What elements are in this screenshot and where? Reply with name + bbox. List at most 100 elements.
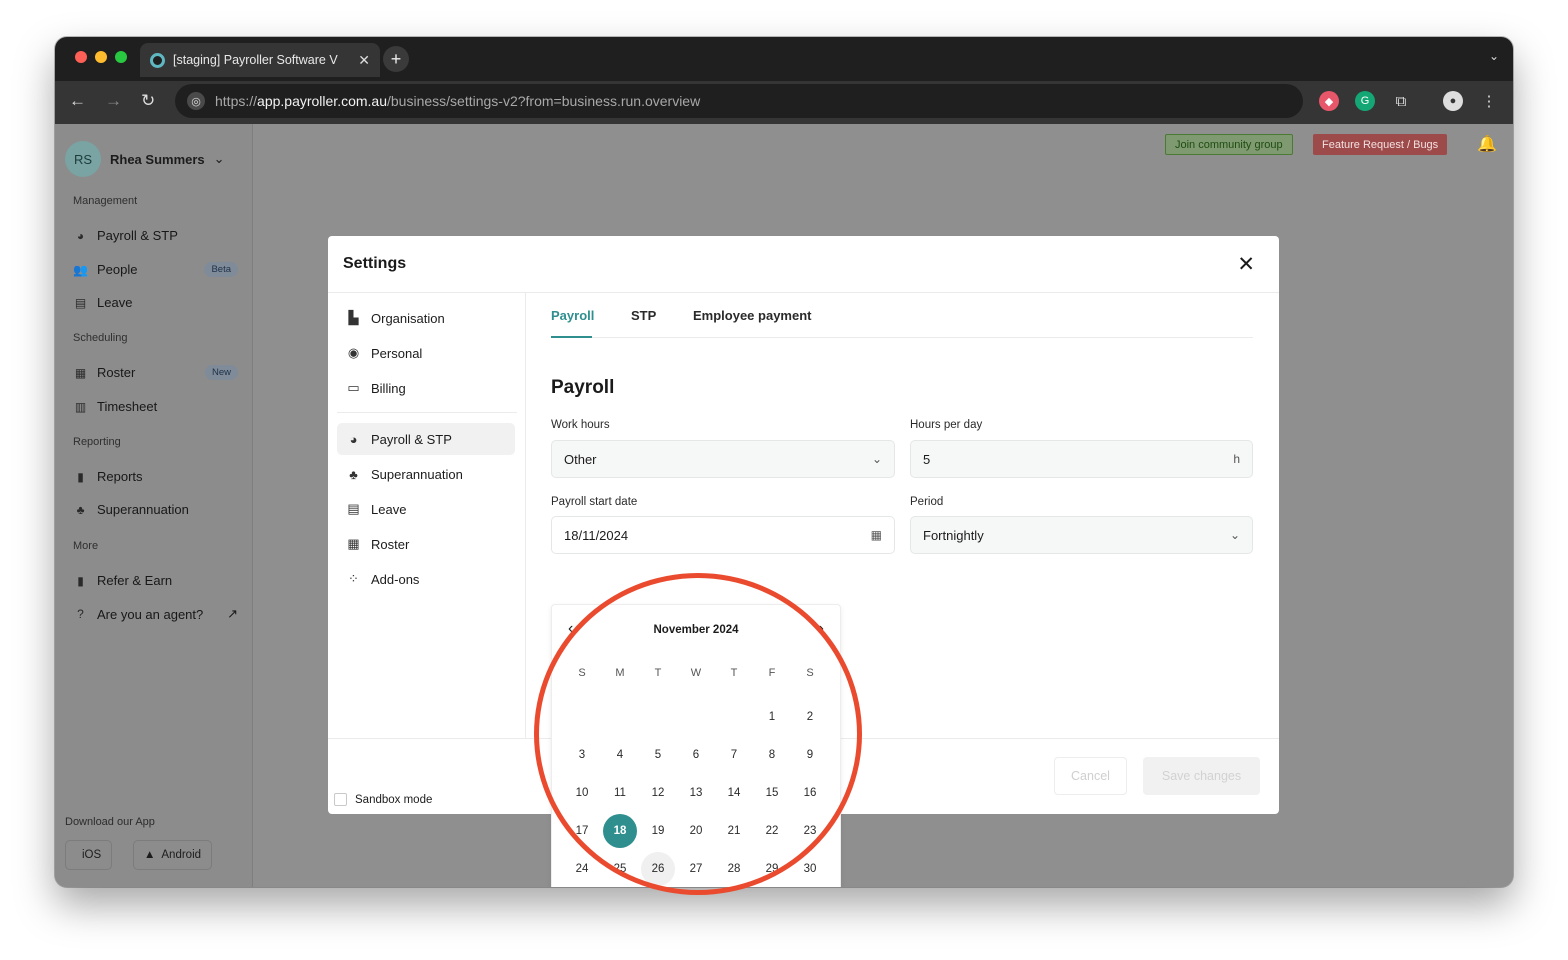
sidebar-item-timesheet[interactable]: ▥ Timesheet — [73, 399, 238, 414]
calendar-day[interactable]: 30 — [793, 852, 827, 886]
browser-menu-icon[interactable]: ⋮ — [1479, 91, 1499, 111]
user-menu[interactable]: RS Rhea Summers ⌄ — [65, 141, 225, 177]
calendar-day[interactable]: 18 — [603, 814, 637, 848]
close-window-button[interactable] — [75, 51, 87, 63]
calendar-day[interactable]: 13 — [679, 776, 713, 810]
calendar-icon[interactable]: ▦ — [871, 528, 882, 542]
calendar-day[interactable]: 25 — [603, 852, 637, 886]
profile-avatar-icon[interactable]: ● — [1443, 91, 1463, 111]
favicon-icon — [150, 52, 165, 68]
minimize-window-button[interactable] — [95, 51, 107, 63]
sandbox-checkbox[interactable] — [334, 793, 347, 806]
calendar-day[interactable]: 23 — [793, 814, 827, 848]
sandbox-mode-toggle[interactable]: Sandbox mode — [334, 793, 432, 806]
settings-nav-personal[interactable]: ◉ Personal — [337, 337, 515, 369]
tab-employee-payment[interactable]: Employee payment — [693, 308, 812, 323]
calendar-day[interactable]: 8 — [755, 738, 789, 772]
tab-stp[interactable]: STP — [631, 308, 656, 323]
close-tab-icon[interactable]: ✕ — [358, 52, 370, 69]
sidebar-item-label: Reports — [97, 469, 143, 484]
sidebar-item-people[interactable]: 👥 People Beta — [73, 262, 238, 277]
weekday-label: M — [615, 667, 625, 679]
work-hours-select[interactable]: Other ⌄ — [551, 440, 895, 478]
close-icon[interactable]: ✕ — [1237, 252, 1255, 277]
calendar-day[interactable]: 3 — [565, 738, 599, 772]
feature-request-button[interactable]: Feature Request / Bugs — [1313, 134, 1448, 155]
calendar-day[interactable]: 28 — [717, 852, 751, 886]
sidebar-item-refer[interactable]: ▮ Refer & Earn — [73, 573, 238, 588]
modal-title: Settings — [343, 255, 407, 272]
tab-payroll[interactable]: Payroll — [551, 308, 594, 323]
hours-per-day-input[interactable]: 5 h — [910, 440, 1253, 478]
calendar-day[interactable]: 14 — [717, 776, 751, 810]
calendar-day[interactable]: 7 — [717, 738, 751, 772]
calendar-day[interactable]: 24 — [565, 852, 599, 886]
feature-request-label: Feature Request / Bugs — [1322, 138, 1439, 151]
bell-icon[interactable]: 🔔 — [1477, 134, 1497, 154]
download-app-label: Download our App — [65, 816, 155, 828]
sidebar-item-payroll[interactable]: ◕ Payroll & STP — [73, 228, 238, 243]
sidebar-item-label: People — [97, 262, 138, 277]
calendar-day[interactable]: 29 — [755, 852, 789, 886]
calendar-day[interactable]: 19 — [641, 814, 675, 848]
calendar-day[interactable]: 22 — [755, 814, 789, 848]
back-icon[interactable]: ← — [69, 91, 86, 111]
calendar-day[interactable]: 15 — [755, 776, 789, 810]
reload-icon[interactable]: ↻ — [141, 91, 155, 111]
extension-icon[interactable]: ◆ — [1319, 91, 1339, 111]
ios-button[interactable]: iOS — [65, 840, 113, 870]
calendar-day[interactable]: 2 — [793, 700, 827, 734]
settings-nav-roster[interactable]: ▦ Roster — [337, 528, 515, 560]
sidebar-item-label: Are you an agent? — [97, 606, 204, 622]
calendar-day[interactable]: 5 — [641, 738, 675, 772]
forward-icon[interactable]: → — [105, 91, 122, 111]
calendar-day[interactable]: 11 — [603, 776, 637, 810]
next-month-icon[interactable]: › — [819, 620, 824, 638]
sidebar-item-reports[interactable]: ▮ Reports — [73, 469, 238, 484]
settings-nav-superannuation[interactable]: ♣ Superannuation — [337, 458, 515, 490]
cancel-button[interactable]: Cancel — [1054, 757, 1127, 795]
settings-nav-payroll[interactable]: ◕ Payroll & STP — [337, 423, 515, 455]
calendar-day[interactable]: 20 — [679, 814, 713, 848]
app-sidebar: RS Rhea Summers ⌄ Management ◕ Payroll &… — [55, 124, 253, 887]
new-tab-button[interactable]: + — [383, 46, 409, 72]
calendar-day[interactable]: 9 — [793, 738, 827, 772]
join-community-button[interactable]: Join community group — [1165, 134, 1293, 155]
calendar-day[interactable]: 27 — [679, 852, 713, 886]
user-name: Rhea Summers — [110, 151, 205, 167]
sandbox-label: Sandbox mode — [355, 793, 433, 806]
sidebar-item-roster[interactable]: ▦ Roster New — [73, 365, 238, 380]
extensions-puzzle-icon[interactable]: ⧉ — [1391, 91, 1411, 111]
android-button[interactable]: ▲ Android — [133, 840, 213, 870]
calendar-day[interactable]: 17 — [565, 814, 599, 848]
settings-nav-addons[interactable]: ⁘ Add-ons — [337, 563, 515, 595]
grammarly-icon[interactable]: G — [1355, 91, 1375, 111]
nav-label: Payroll & STP — [371, 431, 452, 447]
period-select[interactable]: Fortnightly ⌄ — [910, 516, 1253, 554]
calendar-day[interactable]: 21 — [717, 814, 751, 848]
settings-nav-billing[interactable]: ▭ Billing — [337, 372, 515, 404]
browser-window: [staging] Payroller Software V ✕ + ⌄ ← →… — [55, 37, 1513, 887]
calendar-day[interactable]: 26 — [641, 852, 675, 886]
payroll-start-date-input[interactable]: 18/11/2024 ▦ — [551, 516, 895, 554]
address-bar[interactable]: ◎ https://app.payroller.com.au/business/… — [175, 84, 1303, 118]
calendar-day[interactable]: 16 — [793, 776, 827, 810]
sidebar-item-superannuation[interactable]: ♣ Superannuation — [73, 502, 238, 517]
save-changes-button[interactable]: Save changes — [1143, 757, 1260, 795]
maximize-window-button[interactable] — [115, 51, 127, 63]
site-info-icon[interactable]: ◎ — [187, 92, 205, 110]
tab-search-chevron-icon[interactable]: ⌄ — [1489, 49, 1499, 63]
settings-nav-organisation[interactable]: ▙ Organisation — [337, 302, 515, 334]
calendar-day[interactable]: 1 — [755, 700, 789, 734]
calendar-day[interactable]: 4 — [603, 738, 637, 772]
sidebar-item-agent[interactable]: ? Are you an agent? ↗ — [73, 606, 238, 622]
calendar-day[interactable]: 12 — [641, 776, 675, 810]
settings-nav-leave[interactable]: ▤ Leave — [337, 493, 515, 525]
calendar-day[interactable]: 6 — [679, 738, 713, 772]
browser-tab[interactable]: [staging] Payroller Software V ✕ — [140, 43, 380, 77]
calendar-day[interactable]: 10 — [565, 776, 599, 810]
section-management: Management — [73, 195, 138, 207]
android-icon: ▲ — [144, 849, 156, 861]
start-date-value: 18/11/2024 — [564, 527, 629, 543]
sidebar-item-leave[interactable]: ▤ Leave — [73, 295, 238, 310]
